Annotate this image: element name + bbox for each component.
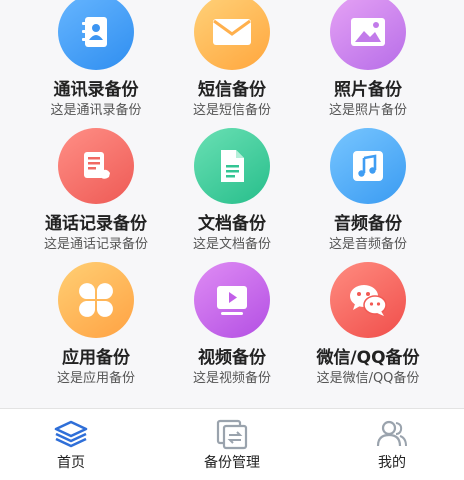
item-subtitle: 这是通话记录备份 bbox=[43, 237, 148, 252]
tab-label: 备份管理 bbox=[204, 455, 260, 471]
document-backup-item[interactable]: 文档备份 这是文档备份 bbox=[157, 128, 307, 253]
sync-icon bbox=[214, 417, 250, 451]
item-title: 通话记录备份 bbox=[45, 214, 147, 234]
item-subtitle: 这是照片备份 bbox=[328, 103, 407, 118]
chat-icon[interactable] bbox=[330, 262, 406, 338]
layers-icon bbox=[53, 417, 89, 451]
item-title: 应用备份 bbox=[62, 348, 130, 368]
call-log-backup-item[interactable]: 通话记录备份 这是通话记录备份 bbox=[21, 128, 171, 253]
bottom-tab-bar: 首页 备份管理 我的 bbox=[0, 408, 464, 480]
contacts-icon[interactable] bbox=[58, 0, 134, 70]
envelope-icon[interactable] bbox=[194, 0, 270, 70]
video-icon[interactable] bbox=[194, 262, 270, 338]
item-title: 照片备份 bbox=[334, 80, 402, 100]
apps-icon[interactable] bbox=[58, 262, 134, 338]
item-subtitle: 这是微信/QQ备份 bbox=[316, 371, 420, 386]
tab-home[interactable]: 首页 bbox=[6, 409, 136, 479]
item-title: 短信备份 bbox=[198, 80, 266, 100]
item-title: 微信/QQ备份 bbox=[316, 348, 420, 368]
item-subtitle: 这是短信备份 bbox=[192, 103, 271, 118]
tab-mine[interactable]: 我的 bbox=[327, 409, 457, 479]
backup-category-grid: 通讯录备份 这是通讯录备份 短信备份 这是短信备份 照片备份 这是照片备份 通话… bbox=[0, 0, 464, 408]
app-backup-item[interactable]: 应用备份 这是应用备份 bbox=[21, 262, 171, 387]
item-title: 通讯录备份 bbox=[53, 80, 139, 100]
users-icon bbox=[374, 417, 410, 451]
tab-label: 我的 bbox=[378, 455, 406, 471]
item-subtitle: 这是视频备份 bbox=[192, 371, 271, 386]
item-subtitle: 这是通讯录备份 bbox=[50, 103, 142, 118]
audio-backup-item[interactable]: 音频备份 这是音频备份 bbox=[293, 128, 443, 253]
video-backup-item[interactable]: 视频备份 这是视频备份 bbox=[157, 262, 307, 387]
item-subtitle: 这是文档备份 bbox=[192, 237, 271, 252]
music-icon[interactable] bbox=[330, 128, 406, 204]
item-subtitle: 这是音频备份 bbox=[328, 237, 407, 252]
item-title: 音频备份 bbox=[334, 214, 402, 234]
document-icon[interactable] bbox=[194, 128, 270, 204]
item-title: 视频备份 bbox=[198, 348, 266, 368]
item-subtitle: 这是应用备份 bbox=[56, 371, 135, 386]
sms-backup-item[interactable]: 短信备份 这是短信备份 bbox=[157, 0, 307, 119]
photo-backup-item[interactable]: 照片备份 这是照片备份 bbox=[293, 0, 443, 119]
tab-label: 首页 bbox=[57, 455, 85, 471]
image-icon[interactable] bbox=[330, 0, 406, 70]
wechat-qq-backup-item[interactable]: 微信/QQ备份 这是微信/QQ备份 bbox=[293, 262, 443, 387]
call-log-icon[interactable] bbox=[58, 128, 134, 204]
tab-backup-management[interactable]: 备份管理 bbox=[167, 409, 297, 479]
item-title: 文档备份 bbox=[198, 214, 266, 234]
contacts-backup-item[interactable]: 通讯录备份 这是通讯录备份 bbox=[21, 0, 171, 119]
